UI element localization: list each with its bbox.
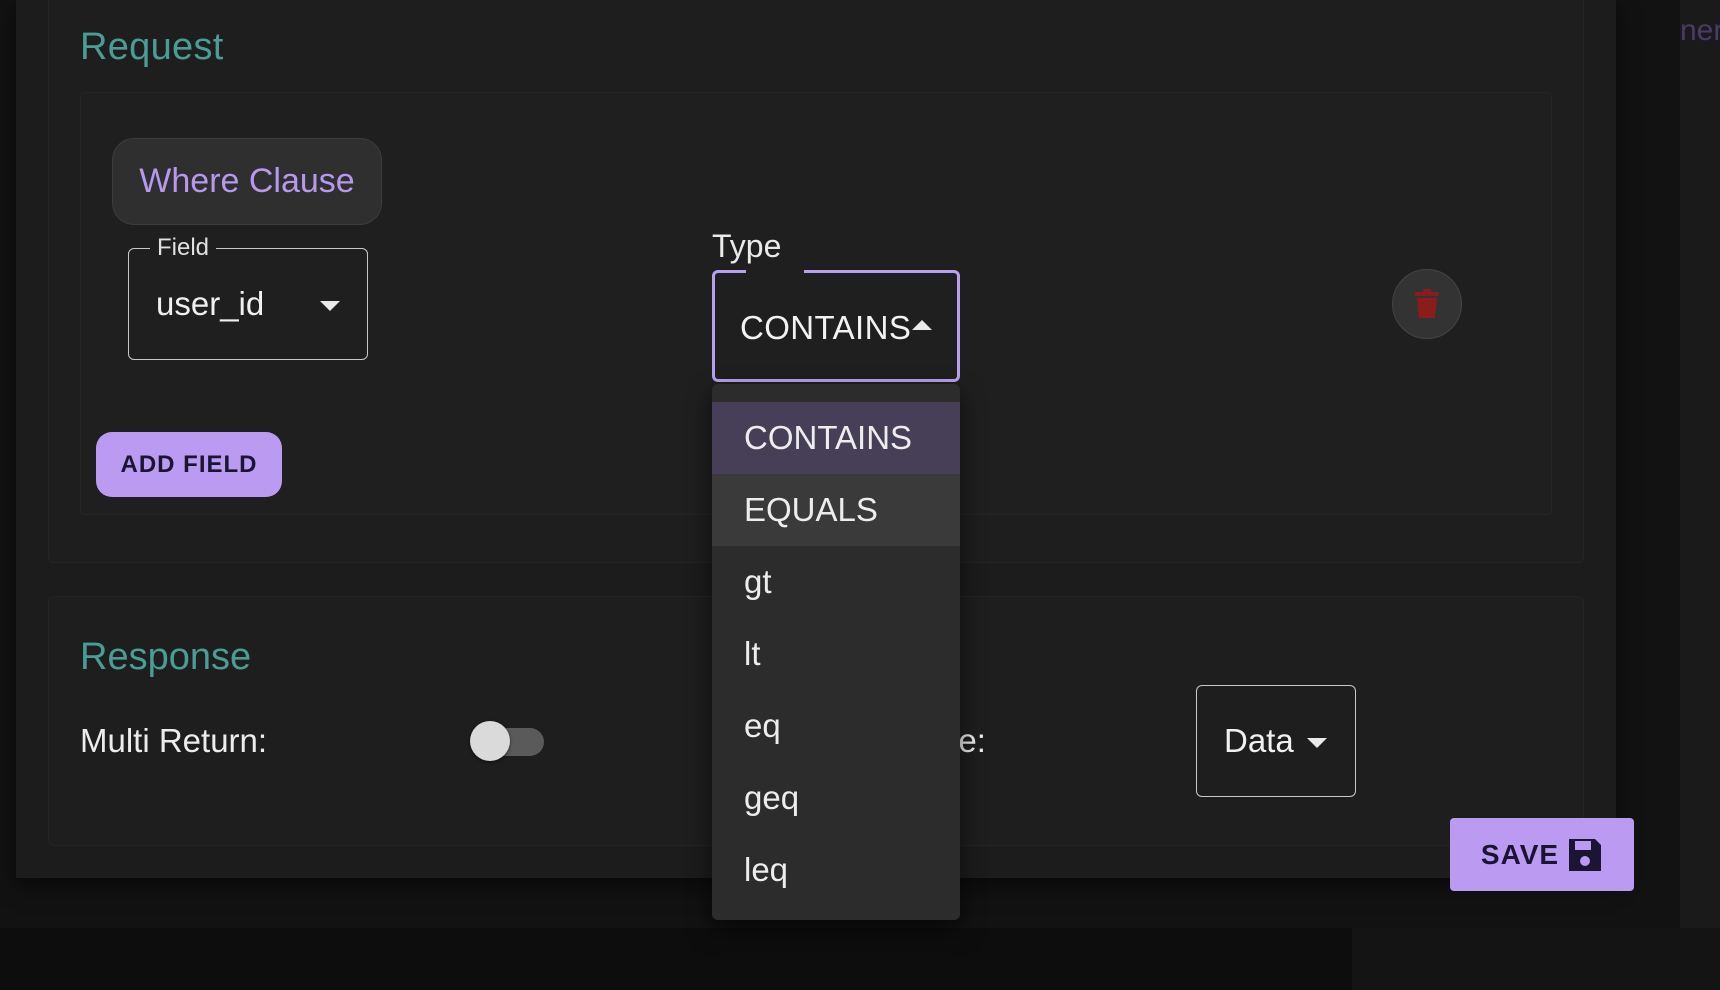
field-select-label: Field (150, 234, 217, 262)
type-select-value: CONTAINS (740, 309, 912, 346)
background-panel (1680, 0, 1720, 928)
background-bottom-strip (0, 928, 1352, 990)
type-option-equals[interactable]: EQUALS (712, 474, 960, 546)
save-button[interactable]: SAVE (1450, 818, 1634, 891)
add-field-button[interactable]: ADD FIELD (96, 432, 282, 497)
where-clause-chip[interactable]: Where Clause (112, 138, 382, 225)
type-option-leq[interactable]: leq (712, 834, 960, 906)
chevron-down-icon (1307, 738, 1327, 748)
type-select-label: Type (712, 228, 782, 264)
delete-condition-button[interactable] (1392, 269, 1462, 339)
type-option-lt[interactable]: lt (712, 618, 960, 690)
field-select-value: user_id (156, 285, 265, 322)
response-section-title: Response (80, 636, 252, 678)
save-label: SAVE (1480, 838, 1560, 870)
type-option-contains[interactable]: CONTAINS (712, 402, 960, 474)
chevron-up-icon (912, 320, 932, 330)
where-clause-label: Where Clause (139, 162, 355, 200)
type-option-gt[interactable]: gt (712, 546, 960, 618)
multi-return-toggle-thumb[interactable] (470, 721, 510, 761)
request-section-title: Request (80, 26, 224, 68)
response-type-value: Data (1224, 722, 1294, 759)
add-field-label: ADD FIELD (120, 450, 258, 478)
type-option-geq[interactable]: geq (712, 762, 960, 834)
type-select-notch (746, 266, 804, 274)
floppy-disk-icon (1569, 838, 1602, 871)
background-bottom-right-strip (1352, 928, 1720, 990)
background-text: ner (1680, 14, 1720, 47)
multi-return-label: Multi Return: (80, 722, 268, 759)
trash-icon (1415, 289, 1439, 318)
type-option-eq[interactable]: eq (712, 690, 960, 762)
chevron-down-icon (320, 301, 340, 311)
type-dropdown-menu: CONTAINS EQUALS gt lt eq geq leq (712, 384, 960, 920)
